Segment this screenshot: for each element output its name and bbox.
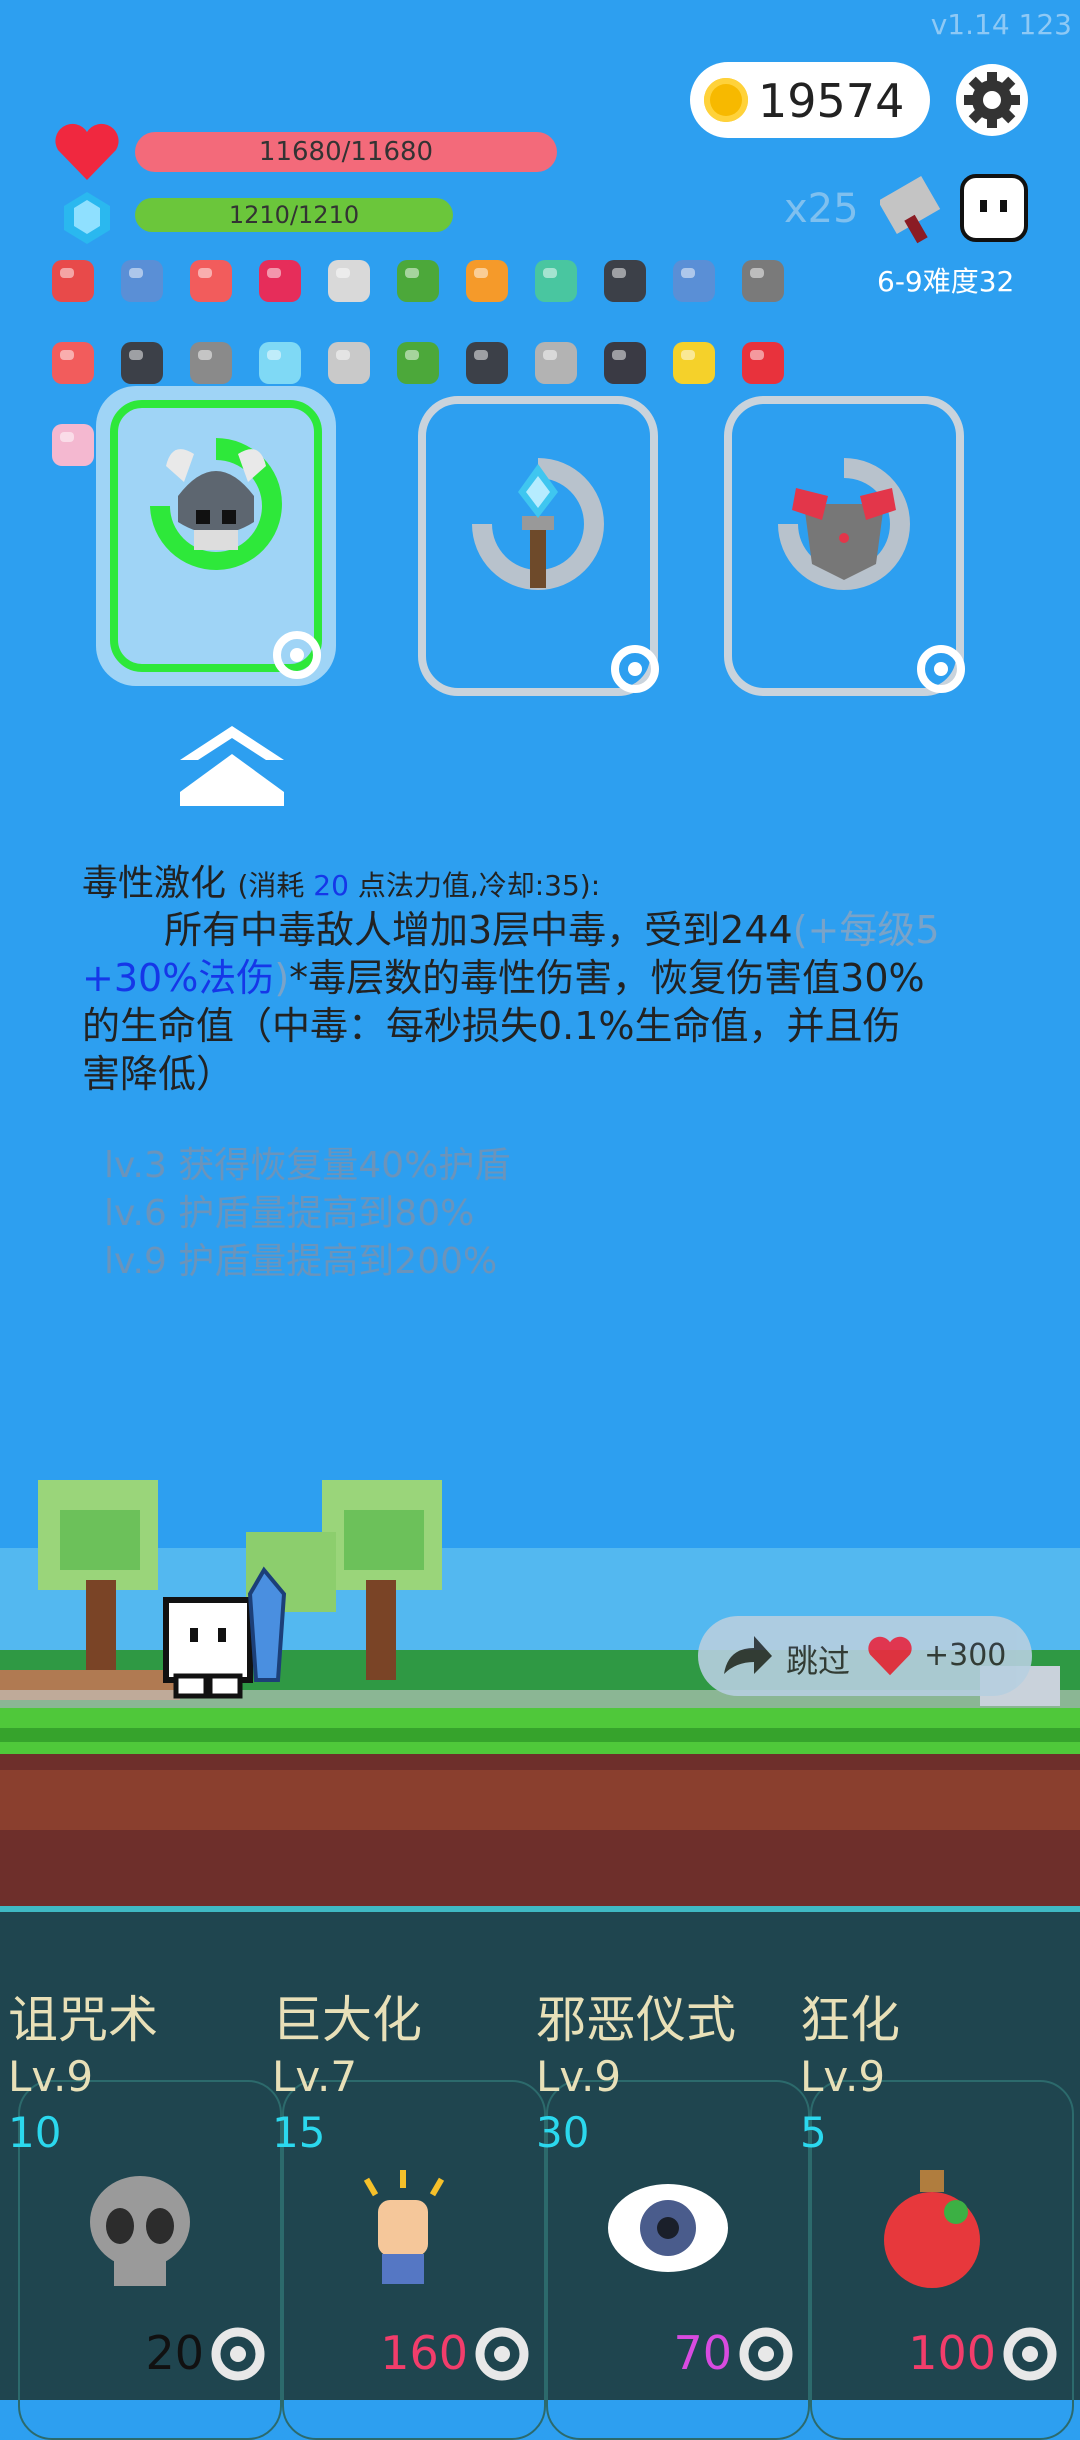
upgrade-reroll-icon[interactable] [472, 2324, 532, 2384]
skill-name: 邪恶仪式 [536, 1991, 736, 2049]
skill-mana-cost: 30 [536, 2108, 590, 2157]
skill-mana-cost: 10 [8, 2108, 62, 2157]
pill-icon[interactable] [182, 252, 240, 310]
skill-mana-cost: 5 [800, 2108, 827, 2157]
diamond-icon[interactable] [251, 334, 309, 392]
pill-icon[interactable] [44, 334, 102, 392]
shoe-icon[interactable] [44, 252, 102, 310]
mp-bar: 1210/1210 [135, 198, 453, 232]
armor-icon [778, 458, 910, 590]
viking-skull-icon [150, 438, 282, 570]
skill-level: Lv.9 [536, 2052, 622, 2101]
skill-description: 所有中毒敌人增加3层中毒，受到244(+每级5 +30%法伤)*毒层数的毒性伤害… [82, 908, 940, 1096]
icecream-icon[interactable] [44, 416, 102, 474]
mushroom-icon[interactable] [734, 334, 792, 392]
skill-choice-2[interactable] [418, 396, 660, 696]
potion-icon[interactable] [527, 252, 585, 310]
skip-label: 跳过 [786, 1642, 851, 1680]
reroll-icon[interactable] [916, 644, 966, 694]
mana-cost: 20 [313, 869, 349, 902]
speed-multiplier: x25 [784, 186, 859, 232]
level-3-bonus: lv.3 获得恢复量40%护盾 [104, 1145, 511, 1186]
skill-level: Lv.9 [800, 2052, 886, 2101]
upgrade-reroll-icon[interactable] [208, 2324, 268, 2384]
upgrade-reroll-icon[interactable] [1000, 2324, 1060, 2384]
ice-torch-icon [472, 458, 604, 590]
skill-title: 毒性激化 (消耗 20 点法力值,冷却:35): [82, 854, 600, 906]
skill-level: Lv.7 [272, 2052, 358, 2101]
version-label: v1.14 123 [930, 8, 1072, 41]
coin-value: 19574 [758, 74, 905, 128]
skill-mana-cost: 15 [272, 2108, 326, 2157]
skip-button[interactable]: 跳过 +300 [698, 1616, 1032, 1696]
difficulty-label: 6-9难度32 [877, 265, 1015, 298]
skill-name: 毒性激化 [82, 863, 227, 904]
reroll-icon[interactable] [610, 644, 660, 694]
boss-icon [877, 166, 1030, 254]
hp-bar: 11680/11680 [135, 132, 557, 172]
level-upgrades: lv.3 获得恢复量40%护盾 lv.6 护盾量提高到80% lv.9 护盾量提… [104, 1142, 510, 1286]
skill-name: 诅咒术 [8, 1991, 158, 2049]
coin-counter: 19574 [690, 62, 930, 138]
mana-crystal-icon [62, 190, 112, 250]
coin-icon [704, 78, 748, 122]
lemon-icon[interactable] [665, 334, 723, 392]
skill-choice-1[interactable] [96, 386, 336, 686]
skill-upgrade-price: 20 [145, 2326, 204, 2380]
shield-icon[interactable] [113, 252, 171, 310]
bat-icon[interactable] [596, 334, 654, 392]
ruby-icon[interactable] [251, 252, 309, 310]
settings-button[interactable] [956, 64, 1028, 136]
level-6-bonus: lv.6 护盾量提高到80% [104, 1193, 475, 1234]
chevron-up-icon [180, 726, 284, 806]
torch-icon[interactable] [458, 252, 516, 310]
dagger-icon[interactable] [527, 334, 585, 392]
skill-name: 狂化 [800, 1991, 900, 2049]
skill-level: Lv.9 [8, 2052, 94, 2101]
skill-name: 巨大化 [272, 1991, 422, 2049]
eye-icon [608, 2184, 728, 2272]
heart-icon [868, 1636, 912, 1676]
skill-upgrade-price: 100 [908, 2326, 996, 2380]
tome-icon[interactable] [596, 252, 654, 310]
red-potion-icon [884, 2170, 980, 2288]
reroll-icon[interactable] [272, 630, 322, 680]
fist-icon [363, 2170, 445, 2284]
shield-icon[interactable] [665, 252, 723, 310]
level-9-bonus: lv.9 护盾量提高到200% [104, 1241, 498, 1282]
mortar-icon[interactable] [734, 252, 792, 310]
skill-meta: (消耗 20 点法力值,冷却:35): [237, 869, 601, 902]
skill-choice-3[interactable] [724, 396, 966, 696]
helmet-icon[interactable] [182, 334, 240, 392]
heart-icon [52, 120, 122, 188]
ring-icon[interactable] [320, 334, 378, 392]
sword-icon[interactable] [320, 252, 378, 310]
skill-upgrade-price: 160 [380, 2326, 468, 2380]
skull-icon [90, 2176, 190, 2286]
tree-icon[interactable] [389, 334, 447, 392]
plant-icon[interactable] [389, 252, 447, 310]
skill-upgrade-price: 70 [673, 2326, 732, 2380]
tome-icon[interactable] [458, 334, 516, 392]
tome-icon[interactable] [113, 334, 171, 392]
panel-divider [0, 1906, 1080, 1912]
gear-icon [964, 72, 1020, 128]
upgrade-reroll-icon[interactable] [736, 2324, 796, 2384]
skip-bonus: +300 [924, 1638, 1007, 1673]
share-arrow-icon [724, 1636, 772, 1674]
